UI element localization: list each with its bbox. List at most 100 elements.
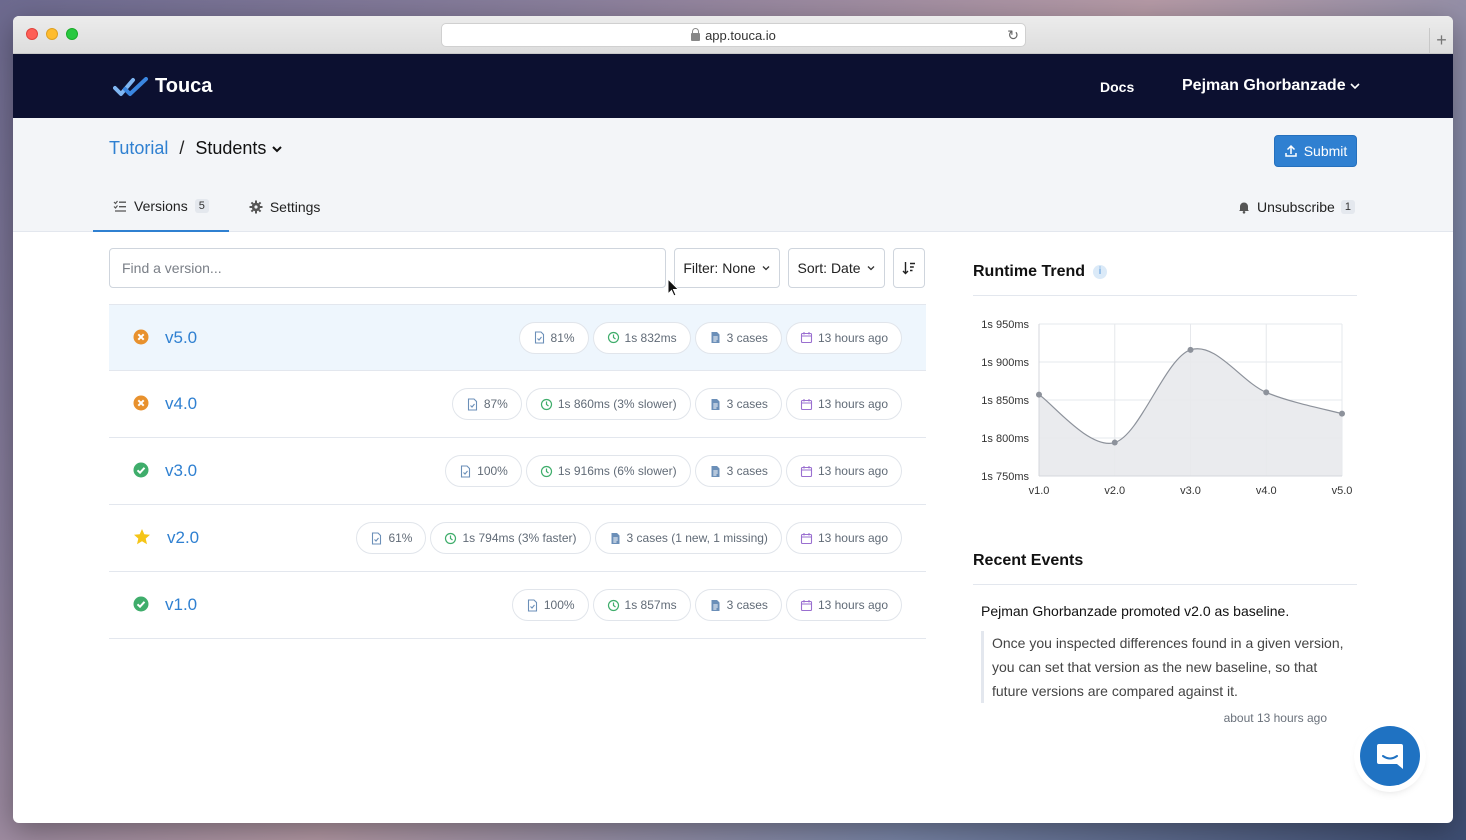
file-check-icon xyxy=(527,598,537,612)
sort-order-button[interactable] xyxy=(893,248,925,288)
event-summary: Pejman Ghorbanzade promoted v2.0 as base… xyxy=(981,603,1351,619)
sort-label: Sort: Date xyxy=(797,260,861,276)
file-check-icon xyxy=(534,331,544,344)
version-stats: 100% 1s 916ms (6% slower) 3 cases 13 hours … xyxy=(445,455,902,487)
cases-count: 3 cases xyxy=(726,397,768,411)
breadcrumb-team-link[interactable]: Tutorial xyxy=(109,138,168,159)
chat-launcher-button[interactable] xyxy=(1360,726,1420,786)
match-rate: 100% xyxy=(477,464,508,478)
document-icon xyxy=(711,465,720,477)
user-menu[interactable]: Pejman Ghorbanzade xyxy=(1182,77,1361,95)
chart-y-tick-label: 1s 800ms xyxy=(981,433,1029,445)
address-bar[interactable]: app.touca.io ↻ xyxy=(441,23,1026,47)
tab-settings-label: Settings xyxy=(269,199,321,215)
cases-count: 3 cases xyxy=(726,598,768,612)
filter-label: Filter: None xyxy=(683,260,756,276)
event-timestamp: about 13 hours ago xyxy=(1223,711,1327,725)
match-rate: 87% xyxy=(483,397,508,411)
brand-name: Touca xyxy=(155,75,213,97)
breadcrumb-separator: / xyxy=(179,138,185,158)
clock-icon xyxy=(445,532,457,544)
match-rate-pill: 87% xyxy=(451,388,522,420)
duration-pill: 1s 916ms (6% slower) xyxy=(525,455,691,487)
submitted-time-pill: 13 hours ago xyxy=(785,321,902,354)
unsubscribe-button[interactable]: Unsubscribe 1 xyxy=(1237,182,1355,232)
file-check-icon xyxy=(467,397,477,411)
upload-icon xyxy=(1284,144,1297,157)
touca-logo-icon xyxy=(113,76,148,96)
recent-events-title: Recent Events xyxy=(973,552,1084,569)
mouse-cursor-icon xyxy=(667,278,680,297)
version-row[interactable]: v1.0 100% 1s 857ms 3 cases 13 hours ago xyxy=(109,572,926,639)
version-name-link[interactable]: v4.0 xyxy=(165,394,197,414)
event-actor: Pejman Ghorbanzade xyxy=(981,603,1118,619)
version-name-link[interactable]: v2.0 xyxy=(167,528,199,548)
version-list: v5.0 81% 1s 832ms 3 cases 13 hours ago v4.0 87… xyxy=(109,304,926,639)
url-text: app.touca.io xyxy=(705,27,776,43)
suite-name: Students xyxy=(195,138,267,158)
submitted-time: 13 hours ago xyxy=(817,531,888,545)
sort-dropdown[interactable]: Sort: Date xyxy=(788,248,885,288)
version-row[interactable]: v5.0 81% 1s 832ms 3 cases 13 hours ago xyxy=(109,304,926,371)
match-rate: 81% xyxy=(550,330,575,345)
submitted-time-pill: 13 hours ago xyxy=(785,388,902,420)
version-name-link[interactable]: v1.0 xyxy=(165,595,197,615)
version-name-link[interactable]: v3.0 xyxy=(165,461,197,481)
bell-icon xyxy=(1239,202,1249,214)
calendar-icon xyxy=(800,599,812,611)
brand-logo[interactable]: Touca xyxy=(113,75,212,98)
reload-icon[interactable]: ↻ xyxy=(1007,27,1019,44)
chart-x-tick-label: v5.0 xyxy=(1332,485,1353,497)
maximize-window-button[interactable] xyxy=(66,28,78,40)
passed-status-icon xyxy=(133,462,149,478)
file-check-icon xyxy=(461,464,471,478)
version-status xyxy=(133,329,149,350)
version-status xyxy=(133,395,149,416)
version-row[interactable]: v2.0 61% 1s 794ms (3% faster) 3 cases (1 ne… xyxy=(109,505,926,572)
duration-pill: 1s 860ms (3% slower) xyxy=(525,388,691,420)
duration: 1s 860ms (3% slower) xyxy=(557,397,677,411)
new-tab-button[interactable]: + xyxy=(1429,28,1453,54)
chart-data-point xyxy=(1263,389,1270,396)
info-icon[interactable]: i xyxy=(1093,265,1108,279)
duration-pill: 1s 857ms xyxy=(592,589,691,621)
document-icon xyxy=(711,599,720,611)
submit-button[interactable]: Submit xyxy=(1274,135,1357,167)
clock-icon xyxy=(607,331,619,344)
versions-count-badge: 5 xyxy=(194,199,209,213)
document-icon xyxy=(711,398,720,410)
page-tabs: Versions 5 Settings xyxy=(93,182,340,232)
version-stats: 61% 1s 794ms (3% faster) 3 cases (1 new, 1… xyxy=(356,522,902,554)
version-row[interactable]: v4.0 87% 1s 860ms (3% slower) 3 cases 13 hou… xyxy=(109,371,926,438)
cases-pill: 3 cases xyxy=(694,455,782,487)
version-name-link[interactable]: v5.0 xyxy=(165,328,197,348)
version-search-input[interactable] xyxy=(109,248,666,288)
sort-descending-icon xyxy=(902,262,915,275)
clock-icon xyxy=(540,465,552,477)
browser-window: app.touca.io ↻ + Touca Docs Pejman Ghorb… xyxy=(13,16,1453,823)
cases-pill: 3 cases (1 new, 1 missing) xyxy=(594,522,782,554)
chevron-down-icon xyxy=(272,145,283,152)
close-window-button[interactable] xyxy=(26,28,38,40)
minimize-window-button[interactable] xyxy=(46,28,58,40)
docs-link[interactable]: Docs xyxy=(1100,79,1134,95)
duration-pill: 1s 832ms xyxy=(592,321,691,354)
match-rate: 61% xyxy=(388,531,413,545)
passed-status-icon xyxy=(133,596,149,612)
tab-versions[interactable]: Versions 5 xyxy=(93,182,229,232)
cases-count: 3 cases xyxy=(726,330,768,345)
version-stats: 87% 1s 860ms (3% slower) 3 cases 13 hours a… xyxy=(451,388,902,420)
tab-settings[interactable]: Settings xyxy=(229,182,341,232)
chart-area xyxy=(1039,348,1342,476)
cases-count: 3 cases xyxy=(726,464,768,478)
version-row[interactable]: v3.0 100% 1s 916ms (6% slower) 3 cases 13 ho… xyxy=(109,438,926,505)
duration: 1s 794ms (3% faster) xyxy=(462,531,577,545)
top-navbar: Touca Docs Pejman Ghorbanzade xyxy=(13,54,1453,118)
submitted-time-pill: 13 hours ago xyxy=(785,589,902,621)
filter-dropdown[interactable]: Filter: None xyxy=(674,248,780,288)
calendar-icon xyxy=(800,465,812,477)
browser-titlebar: app.touca.io ↻ + xyxy=(13,16,1453,54)
baseline-star-icon xyxy=(134,529,150,545)
suite-selector[interactable]: Students xyxy=(195,138,284,159)
window-controls xyxy=(26,28,78,40)
